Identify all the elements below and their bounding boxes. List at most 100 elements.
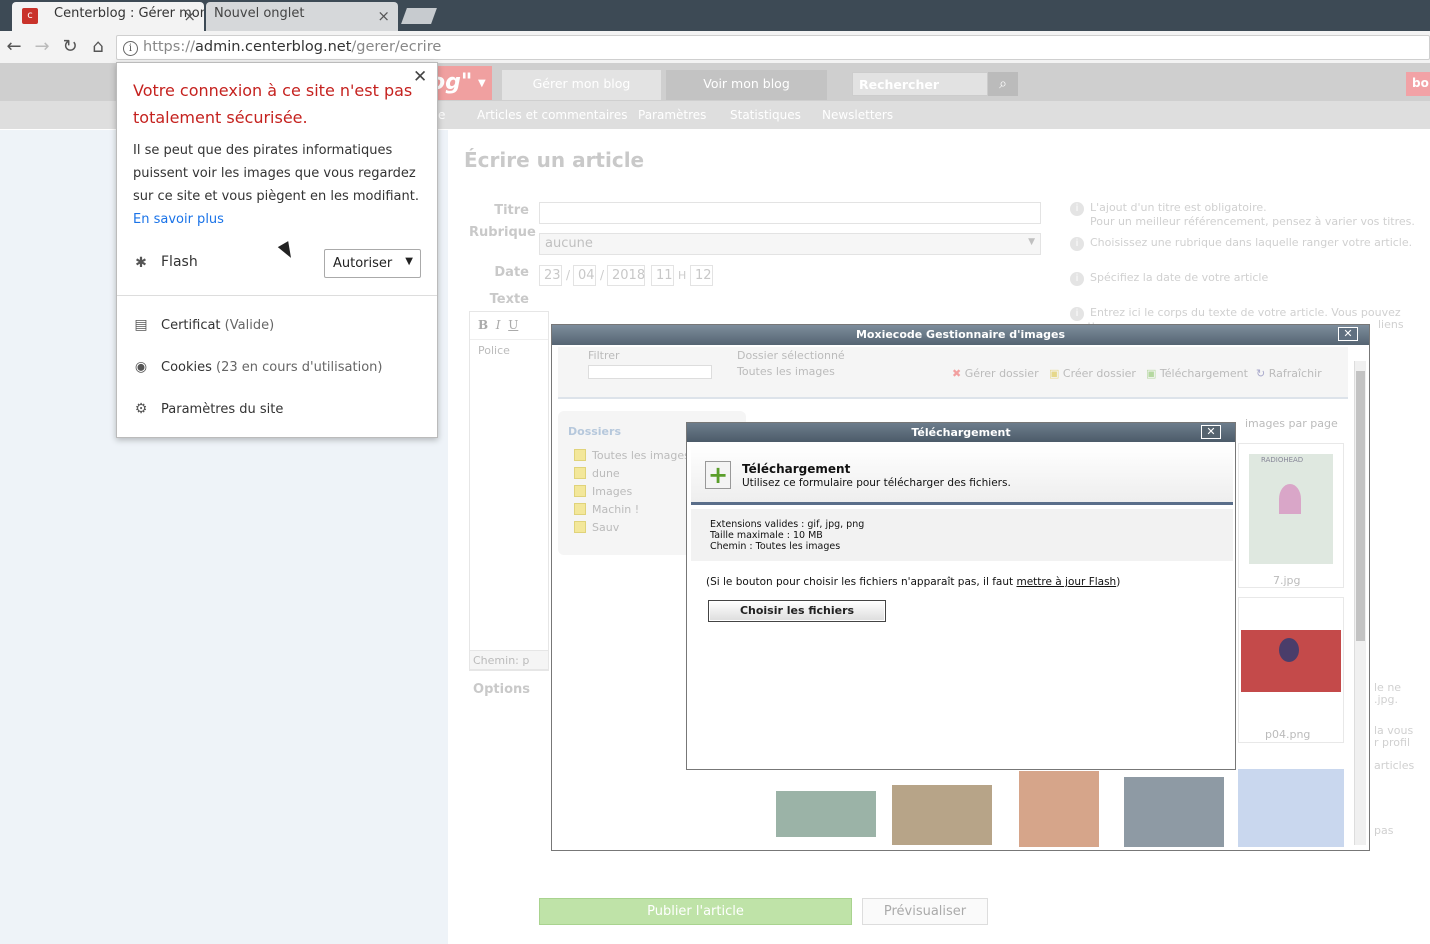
learn-more-link[interactable]: En savoir plus	[133, 212, 224, 227]
folder-item[interactable]: Machin !	[592, 503, 639, 516]
scrollbar-thumb[interactable]	[1356, 371, 1365, 641]
thumbnail-figure	[1279, 638, 1299, 662]
date-day[interactable]: 23	[539, 265, 562, 286]
home-icon[interactable]: ⌂	[86, 35, 110, 59]
thumbnail-image[interactable]	[1124, 777, 1224, 847]
font-select[interactable]: Police	[470, 340, 548, 361]
help-fragment: .jpg.	[1374, 693, 1399, 706]
upload-heading: Téléchargement	[742, 462, 851, 476]
cookies-row[interactable]: ◉ Cookies (23 en cours d'utilisation)	[133, 359, 383, 375]
thumbnail-card[interactable]: RADIOHEAD 7.jpg	[1238, 443, 1344, 588]
help-rubrique: i Choisissez une rubrique dans laquelle r…	[1070, 237, 1412, 251]
site-settings-row[interactable]: ⚙ Paramètres du site	[133, 401, 284, 417]
folder-item[interactable]: Images	[592, 485, 632, 498]
help-fragment: r profil	[1374, 736, 1410, 749]
thumbnail-image[interactable]	[1019, 771, 1099, 847]
title-input[interactable]	[539, 202, 1041, 224]
subnav-articles[interactable]: Articles et commentaires	[477, 108, 627, 122]
address-bar[interactable]: i https://admin.centerblog.net/gerer/ecr…	[116, 35, 1430, 60]
subnav-item[interactable]: e	[438, 108, 445, 122]
certificate-row[interactable]: ▤ Certificat (Valide)	[133, 317, 274, 333]
close-tab-icon[interactable]: ×	[377, 7, 390, 25]
security-warning-title: Votre connexion à ce site n'est pas tota…	[133, 81, 413, 127]
plus-icon: ▣	[1146, 367, 1157, 380]
text-label: Texte	[489, 292, 529, 307]
forward-icon[interactable]: →	[30, 35, 54, 59]
plus-icon: +	[705, 461, 731, 489]
date-month[interactable]: 04	[573, 265, 596, 286]
folder-icon	[574, 449, 586, 461]
delete-icon: ✖	[952, 367, 962, 380]
date-hour[interactable]: 11	[651, 265, 674, 286]
thumbnail-image[interactable]	[892, 785, 992, 845]
hour-sep: H	[678, 269, 687, 282]
back-icon[interactable]: ←	[2, 35, 26, 59]
upload-subheading: Utilisez ce formulaire pour télécharger …	[742, 477, 1011, 489]
image-manager-scrollbar[interactable]	[1354, 361, 1366, 845]
upload-extensions: Extensions valides : gif, jpg, png	[710, 519, 865, 530]
date-minute[interactable]: 12	[690, 265, 713, 286]
nav-view-blog[interactable]: Voir mon blog	[666, 70, 827, 100]
search-icon[interactable]: ⌕	[988, 72, 1018, 96]
close-icon[interactable]: ✕	[1338, 327, 1358, 341]
refresh-icon: ↻	[1256, 367, 1266, 380]
date-year[interactable]: 2018	[607, 265, 645, 286]
folder-icon	[574, 521, 586, 533]
centerblog-favicon-icon: c	[22, 8, 38, 24]
thumbnail-image[interactable]	[776, 791, 876, 837]
manage-folder-button[interactable]: ✖ Gérer dossier	[952, 367, 1039, 380]
text-editor[interactable]: B I U Police	[469, 311, 549, 671]
filter-input[interactable]	[588, 365, 712, 379]
update-flash-link[interactable]: mettre à jour Flash	[1016, 576, 1116, 588]
date-sep: /	[600, 268, 605, 282]
upload-dialog-title: Téléchargement	[687, 423, 1235, 442]
reload-icon[interactable]: ↻	[58, 35, 82, 59]
preview-button[interactable]: Prévisualiser	[862, 898, 988, 925]
upload-dialog: Téléchargement ✕ + Téléchargement Utilis…	[686, 422, 1236, 770]
upload-button[interactable]: ▣ Téléchargement	[1146, 367, 1248, 380]
thumbnail-caption: 7.jpg	[1273, 574, 1301, 587]
subnav-stats[interactable]: Statistiques	[730, 108, 801, 122]
info-icon: i	[1070, 202, 1084, 216]
account-chip[interactable]: bo	[1406, 72, 1430, 96]
create-folder-button[interactable]: ▣ Créer dossier	[1049, 367, 1136, 380]
thumbnail-image[interactable]	[1238, 769, 1344, 847]
folder-item[interactable]: Sauv	[592, 521, 619, 534]
folder-icon	[574, 467, 586, 479]
flash-permission-select[interactable]: Autoriser ▼	[324, 249, 421, 278]
selected-folder-value: Toutes les images	[737, 365, 835, 378]
subnav-newsletters[interactable]: Newsletters	[822, 108, 893, 122]
new-tab-button[interactable]	[401, 8, 437, 24]
close-tab-icon[interactable]: ×	[183, 7, 196, 25]
choose-files-button[interactable]: Choisir les fichiers	[708, 600, 886, 622]
title-label: Titre	[494, 203, 529, 218]
upload-path: Chemin : Toutes les images	[710, 541, 841, 552]
puzzle-icon: ✱	[135, 255, 147, 271]
flash-note: (Si le bouton pour choisir les fichiers …	[706, 576, 1121, 588]
thumbnail-card[interactable]: p04.png	[1238, 597, 1344, 743]
close-icon[interactable]: ✕	[413, 67, 427, 87]
image-manager-toolbar: Filtrer Dossier sélectionné Toutes les i…	[558, 347, 1348, 399]
certificate-icon: ▤	[134, 317, 148, 333]
rubrique-select[interactable]: aucune ▼	[539, 233, 1041, 255]
folder-item[interactable]: dune	[592, 467, 620, 480]
publish-button[interactable]: Publier l'article	[539, 898, 852, 925]
refresh-button[interactable]: ↻ Rafraîchir	[1256, 367, 1322, 380]
info-icon[interactable]: i	[123, 41, 138, 56]
tab-new[interactable]: Nouvel onglet ×	[206, 2, 398, 31]
folder-icon: ▣	[1049, 367, 1060, 380]
info-icon: i	[1070, 307, 1084, 321]
chevron-down-icon[interactable]: ▼	[478, 78, 486, 89]
subnav-settings[interactable]: Paramètres	[638, 108, 706, 122]
caret-down-icon: ▼	[405, 256, 413, 267]
nav-manage-blog[interactable]: Gérer mon blog	[502, 70, 661, 100]
site-search-input[interactable]: Rechercher	[852, 72, 988, 96]
page-title: Écrire un article	[464, 148, 645, 172]
rubrique-label: Rubrique	[469, 225, 536, 240]
folder-icon	[574, 485, 586, 497]
close-icon[interactable]: ✕	[1201, 425, 1221, 439]
thumbnail-caption: p04.png	[1265, 728, 1311, 741]
folder-item[interactable]: Toutes les images	[592, 449, 690, 462]
tab-centerblog[interactable]: c Centerblog : Gérer mon ×	[12, 2, 204, 31]
editor-path: Chemin: p	[469, 650, 549, 670]
